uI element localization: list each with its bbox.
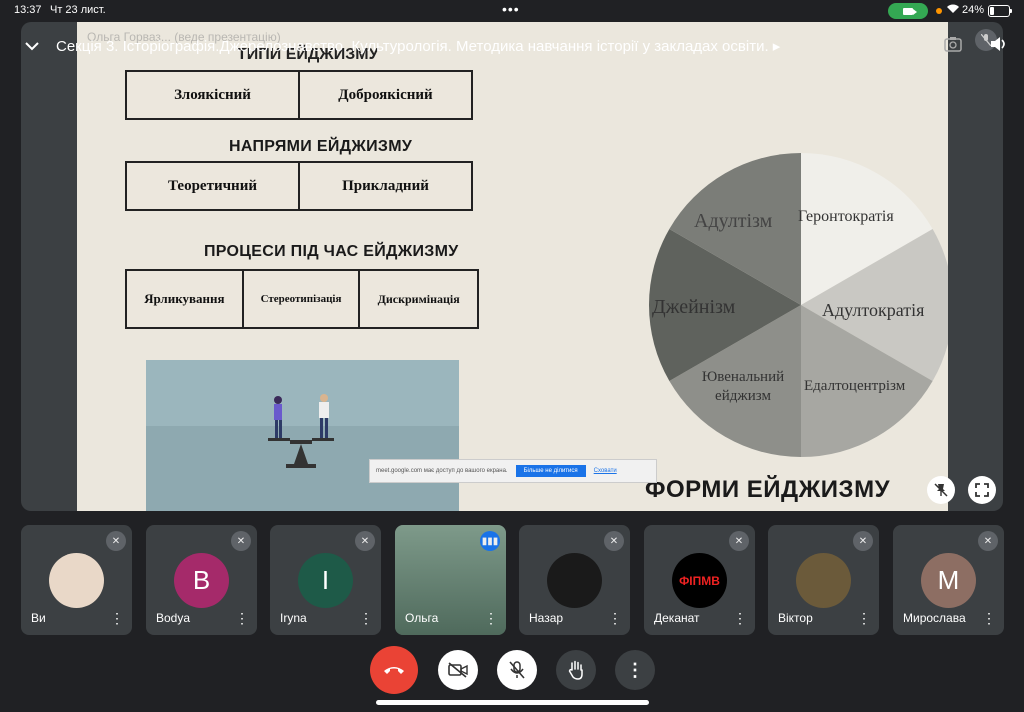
tile-more-icon[interactable]: ⋮ [608,610,622,627]
mic-in-use-indicator [936,8,942,14]
avatar: M [921,553,976,608]
meeting-title[interactable]: Секція 3. Історіографія.Джерелознавство.… [56,37,780,55]
hide-notice-link[interactable]: Сховати [594,468,617,474]
participant-name: Ольга [405,611,439,625]
process-cell: Стереотипізація [244,271,361,327]
pie-label: Едалтоцентрізм [804,378,906,394]
participant-tile[interactable]: ФІПМВ ✕ Деканат ⋮ [644,525,755,635]
process-cell: Дискримінація [377,291,460,306]
types-table: Злоякісний Доброякісний [125,70,473,120]
participant-name: Iryna [280,611,307,625]
participant-tile[interactable]: ✕ Назар ⋮ [519,525,630,635]
home-indicator[interactable] [376,700,649,705]
avatar-initial: ФІПМВ [679,573,720,588]
presentation-stage[interactable]: Ольга Горваз... (веде презентацію) ТИПИ … [21,22,1003,511]
shared-slide: Ольга Горваз... (веде презентацію) ТИПИ … [77,22,948,511]
pie-label: Геронтократія [798,208,894,225]
camera-in-use-icon [888,3,928,19]
pie-label: Адултізм [694,210,773,232]
aging-forms-pie: Геронтократія Адултократія Едалтоцентріз… [646,150,948,460]
status-bar: 13:37 Чт 23 лист. ••• 24% [0,0,1024,22]
battery-percent: 24% [962,4,985,16]
avatar [49,553,104,608]
mic-muted-icon: ✕ [729,531,749,551]
tile-more-icon[interactable]: ⋮ [235,610,249,627]
mic-muted-icon: ✕ [106,531,126,551]
mic-muted-icon: ✕ [355,531,375,551]
wifi-icon [946,3,960,17]
mic-muted-icon: ✕ [978,531,998,551]
participant-name: Назар [529,611,564,625]
avatar: ФІПМВ [672,553,727,608]
unpin-icon[interactable] [927,476,955,504]
forms-heading: ФОРМИ ЕЙДЖИЗМУ [645,476,891,503]
avatar [547,553,602,608]
participant-tile[interactable]: ✕ Ви ⋮ [21,525,132,635]
raise-hand-button[interactable] [556,650,596,690]
mic-muted-icon: ✕ [604,531,624,551]
avatar-initial: I [321,565,330,595]
speaker-icon[interactable] [990,36,1008,57]
avatar: B [174,553,229,608]
camera-toggle-button[interactable] [438,650,478,690]
processes-heading: ПРОЦЕСИ ПІД ЧАС ЕЙДЖИЗМУ [204,243,459,260]
processes-table: Ярликування Стереотипізація Дискримінаці… [125,269,479,329]
participant-name: Ви [31,611,46,625]
tile-more-icon[interactable]: ⋮ [982,610,996,627]
tile-more-icon[interactable]: ⋮ [733,610,747,627]
tile-more-icon[interactable]: ⋮ [857,610,871,627]
participant-tile[interactable]: ▮▮▮ Ольга ⋮ [395,525,506,635]
multitasking-dots-icon[interactable]: ••• [502,1,520,17]
participant-name: Віктор [778,611,813,625]
avatar: I [298,553,353,608]
share-notice-text: meet.google.com має доступ до вашого екр… [376,468,508,474]
mic-muted-icon: ✕ [231,531,251,551]
stop-sharing-button[interactable]: Більше не ділитися [515,465,586,477]
avatar-initial: B [192,565,211,595]
tile-more-icon[interactable]: ⋮ [484,610,498,627]
directions-table: Теоретичний Прикладний [125,161,473,211]
process-cell: Ярликування [127,271,244,327]
fullscreen-icon[interactable] [968,476,996,504]
avatar [796,553,851,608]
type-cell: Злоякісний [127,72,300,118]
avatar-initial: M [937,565,960,595]
more-options-button[interactable]: ⋮ [615,650,655,690]
participant-tile[interactable]: ✕ Віктор ⋮ [768,525,879,635]
speaking-icon: ▮▮▮ [480,531,500,551]
participant-tile[interactable]: I ✕ Iryna ⋮ [270,525,381,635]
scale-figures-image [268,394,334,468]
screen-share-notice: meet.google.com має доступ до вашого екр… [369,459,657,483]
participant-name: Мирослава [903,611,966,625]
pie-label: Адултократія [822,300,925,320]
pie-label: Ювенальний ейджизм [701,369,785,404]
pie-label: Джейнізм [652,296,736,318]
status-time: 13:37 [14,4,42,16]
participant-tile[interactable]: B ✕ Bodya ⋮ [146,525,257,635]
participant-name: Деканат [654,611,700,625]
participant-name: Bodya [156,611,191,625]
direction-cell: Прикладний [342,177,429,194]
tile-more-icon[interactable]: ⋮ [110,610,124,627]
battery-icon [988,5,1012,17]
mic-muted-icon: ✕ [853,531,873,551]
end-call-button[interactable] [370,646,418,694]
directions-heading: НАПРЯМИ ЕЙДЖИЗМУ [229,138,413,155]
tile-more-icon[interactable]: ⋮ [359,610,373,627]
chevron-down-icon[interactable] [24,38,40,56]
switch-camera-icon[interactable] [944,36,962,57]
type-cell: Доброякісний [338,86,433,103]
participant-tile[interactable]: M ✕ Мирослава ⋮ [893,525,1004,635]
status-date: Чт 23 лист. [50,4,106,16]
mic-toggle-button[interactable] [497,650,537,690]
balance-illustration [146,360,459,511]
direction-cell: Теоретичний [127,163,300,209]
